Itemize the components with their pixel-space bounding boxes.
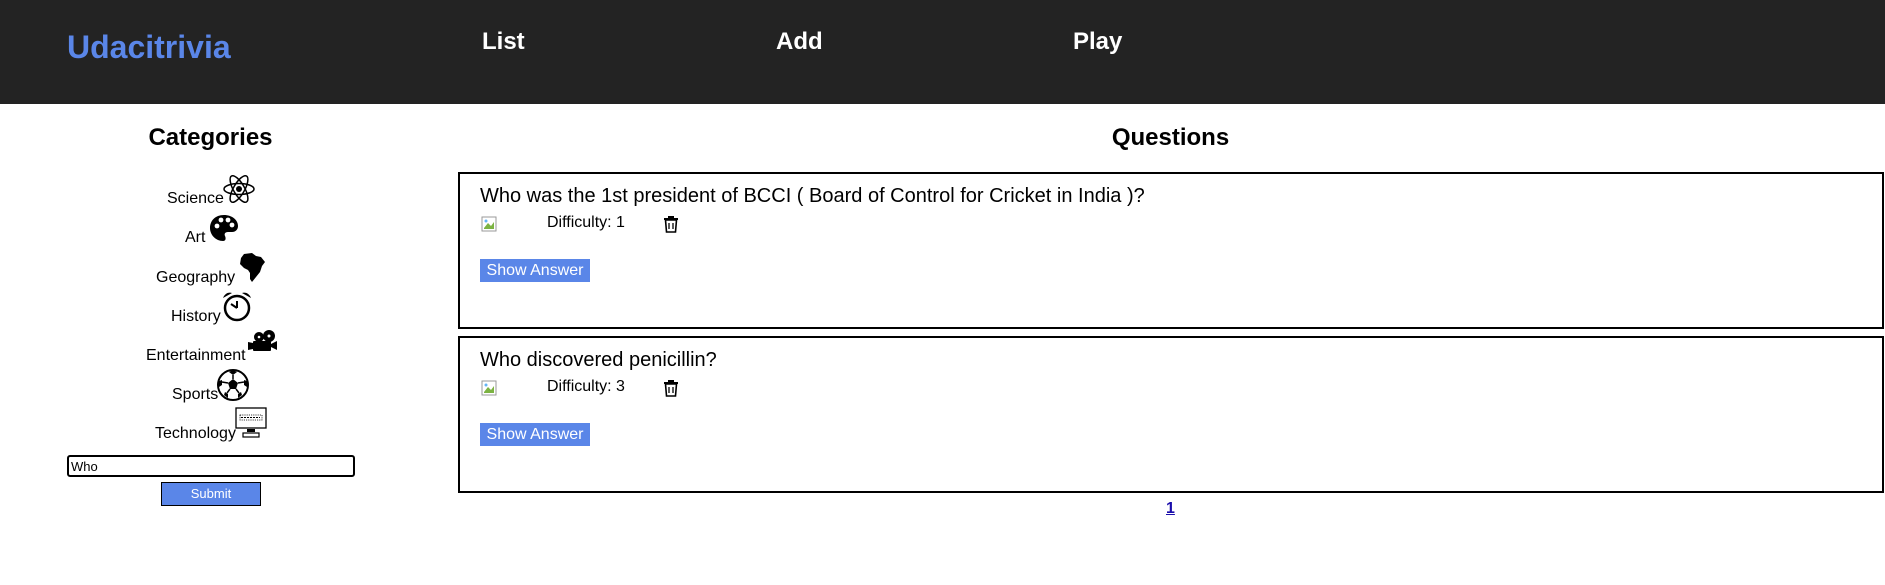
pagination-page-1[interactable]: 1 — [1166, 500, 1175, 518]
question-text: Who discovered penicillin? — [480, 349, 717, 371]
category-item-sports[interactable]: Sports — [0, 368, 421, 404]
category-item-history[interactable]: History — [0, 290, 421, 326]
question-card: Who discovered penicillin? Difficulty: 3… — [458, 336, 1884, 493]
category-item-science[interactable]: Science — [0, 172, 421, 208]
show-answer-button[interactable]: Show Answer — [480, 423, 590, 446]
question-card: Who was the 1st president of BCCI ( Boar… — [458, 172, 1884, 329]
alarm-clock-icon — [223, 292, 251, 322]
atom-icon — [223, 174, 255, 204]
search-input[interactable] — [67, 455, 355, 477]
category-image-icon — [481, 380, 497, 396]
show-answer-button[interactable]: Show Answer — [480, 259, 590, 282]
nav-add[interactable]: Add — [776, 28, 823, 56]
category-item-art[interactable]: Art — [0, 211, 421, 247]
trash-icon[interactable] — [663, 215, 679, 233]
questions-heading: Questions — [1111, 124, 1230, 151]
category-item-entertainment[interactable]: Entertainment — [0, 329, 421, 365]
nav-list[interactable]: List — [482, 28, 525, 56]
difficulty-label: Difficulty: 1 — [547, 214, 625, 231]
submit-button[interactable]: Submit — [161, 482, 261, 506]
category-item-technology[interactable]: Technology — [0, 407, 421, 443]
category-image-icon — [481, 216, 497, 232]
question-text: Who was the 1st president of BCCI ( Boar… — [480, 185, 1145, 207]
trash-icon[interactable] — [663, 379, 679, 397]
header-bar: Udacitrivia List Add Play — [0, 0, 1885, 104]
category-label: Entertainment — [146, 347, 246, 364]
palette-icon — [210, 215, 238, 241]
categories-heading: Categories — [148, 124, 273, 151]
category-label: Art — [185, 229, 206, 246]
category-label: Geography — [156, 269, 236, 286]
difficulty-label: Difficulty: 3 — [547, 378, 625, 395]
category-item-geography[interactable]: Geography — [0, 251, 421, 287]
nav-play[interactable]: Play — [1073, 28, 1122, 56]
brand-title[interactable]: Udacitrivia — [67, 29, 231, 66]
category-label: Sports — [172, 386, 219, 403]
computer-monitor-icon — [235, 407, 267, 438]
soccer-ball-icon — [217, 369, 249, 401]
category-label: History — [171, 308, 221, 325]
category-label: Science — [167, 190, 224, 207]
film-camera-icon — [248, 330, 277, 351]
category-label: Technology — [155, 425, 236, 442]
africa-map-icon — [240, 253, 265, 282]
